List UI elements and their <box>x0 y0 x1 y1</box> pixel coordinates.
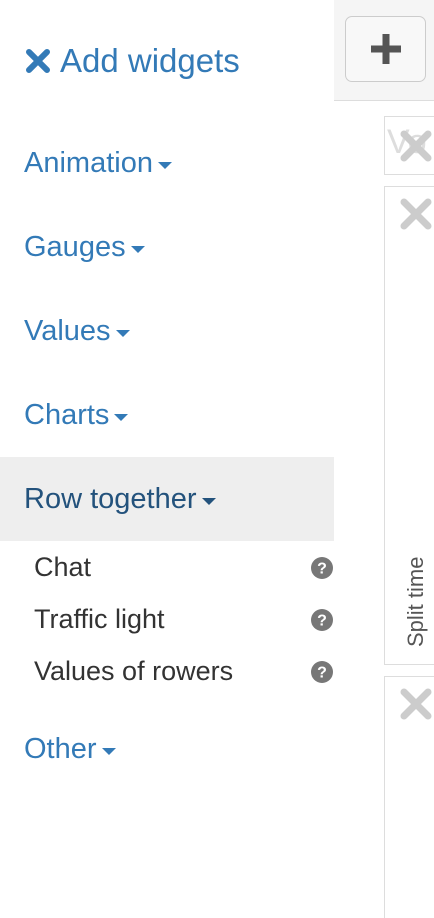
help-icon[interactable]: ? <box>310 556 334 580</box>
close-icon[interactable] <box>399 129 433 163</box>
svg-text:?: ? <box>317 613 327 630</box>
category-label: Other <box>24 732 97 765</box>
widget-item-chat[interactable]: Chat ? <box>0 541 334 593</box>
widget-item-label: Traffic light <box>34 603 165 634</box>
category-other[interactable]: Other <box>0 707 334 791</box>
plus-icon <box>370 34 401 64</box>
category-charts[interactable]: Charts <box>0 373 334 457</box>
category-label: Animation <box>24 146 153 179</box>
close-icon[interactable] <box>24 47 52 75</box>
widget-panel: Split time <box>384 186 434 665</box>
widget-item-label: Values of rowers <box>34 655 234 686</box>
category-label: Gauges <box>24 230 126 263</box>
svg-text:?: ? <box>317 665 327 682</box>
dashboard-toolbar <box>334 0 434 101</box>
category-label: Charts <box>24 398 110 431</box>
widget-item-traffic-light[interactable]: Traffic light ? <box>0 593 334 645</box>
chart-axis-label: Split time <box>403 556 428 647</box>
widget-item-label: Chat <box>34 551 92 582</box>
widget-panel <box>384 676 434 918</box>
caret-down-icon <box>157 161 172 169</box>
category-label: Row together <box>24 482 197 515</box>
close-icon[interactable] <box>399 197 433 231</box>
category-gauges[interactable]: Gauges <box>0 205 334 289</box>
widget-item-values-of-rowers[interactable]: Values of rowers ? <box>0 645 334 697</box>
category-animation[interactable]: Animation <box>0 121 334 205</box>
sidebar-title: Add widgets <box>60 42 240 79</box>
category-row-together[interactable]: Row together <box>0 457 334 541</box>
add-widget-button[interactable] <box>345 16 426 82</box>
close-icon[interactable] <box>399 687 433 721</box>
app-root: Add widgets Animation Gauges Values Char… <box>0 0 434 918</box>
help-icon[interactable]: ? <box>310 660 334 684</box>
caret-down-icon <box>130 245 145 253</box>
svg-text:?: ? <box>317 561 327 578</box>
help-icon[interactable]: ? <box>310 608 334 632</box>
widget-panel: Vo <box>384 116 434 175</box>
caret-down-icon <box>115 329 130 337</box>
widgets-sidebar: Add widgets Animation Gauges Values Char… <box>0 0 334 918</box>
dashboard-canvas: Vo Split time <box>334 0 434 918</box>
category-values[interactable]: Values <box>0 289 334 373</box>
category-label: Values <box>24 314 111 347</box>
caret-down-icon <box>114 413 129 421</box>
caret-down-icon <box>101 747 116 755</box>
close-sidebar-button[interactable]: Add widgets <box>24 40 240 82</box>
caret-down-icon <box>201 497 216 505</box>
